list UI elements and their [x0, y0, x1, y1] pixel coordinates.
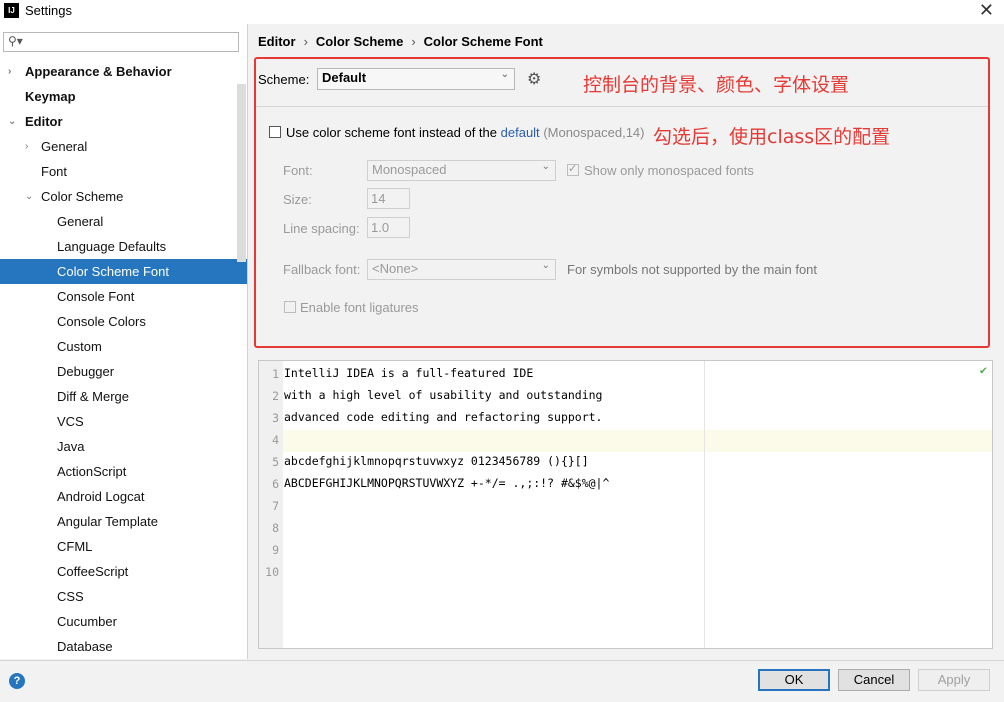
- line-number: 6: [272, 477, 279, 491]
- line-number: 3: [272, 411, 279, 425]
- settings-tree: › Appearance & Behavior Keymap ⌄ Editor › Gene…: [0, 59, 247, 659]
- cancel-button[interactable]: Cancel: [838, 669, 910, 691]
- sidebar-item[interactable]: Console Font: [0, 284, 247, 309]
- sidebar-item-label: Database: [57, 639, 113, 654]
- code-line: ABCDEFGHIJKLMNOPQRSTUVWXYZ +-*/= .,;:!? …: [284, 476, 610, 490]
- sidebar-item[interactable]: Java: [0, 434, 247, 459]
- line-number: 2: [272, 389, 279, 403]
- line-number: 9: [272, 543, 279, 557]
- check-icon: ✔: [979, 363, 987, 377]
- sidebar-item-label: Console Font: [57, 289, 135, 304]
- search-icon: ⚲▾: [8, 34, 23, 48]
- code-line: abcdefghijklmnopqrstuvwxyz 0123456789 ()…: [284, 454, 589, 468]
- sidebar-item-label: Custom: [57, 339, 102, 354]
- close-icon[interactable]: ✕: [979, 0, 994, 21]
- sidebar-item-label: Cucumber: [57, 614, 117, 629]
- apply-button[interactable]: Apply: [918, 669, 990, 691]
- chevron-down-icon[interactable]: ⌄: [25, 184, 33, 209]
- title-bar: IJ Settings ✕: [0, 0, 1004, 24]
- sidebar-item-label: Diff & Merge: [57, 389, 130, 404]
- sidebar-item-label: General: [57, 214, 104, 229]
- sidebar-item[interactable]: Font: [0, 159, 247, 184]
- sidebar-item-label: ActionScript: [57, 464, 127, 479]
- line-number: 8: [272, 521, 279, 535]
- sidebar-item[interactable]: ActionScript: [0, 459, 247, 484]
- sidebar-item-label: Color Scheme: [41, 189, 124, 204]
- sidebar-item-label: Angular Template: [57, 514, 158, 529]
- sidebar-item[interactable]: CoffeeScript: [0, 559, 247, 584]
- sidebar-item[interactable]: Database: [0, 634, 247, 659]
- main-panel: Editor › Color Scheme › Color Scheme Font Sc…: [248, 24, 1004, 660]
- sidebar-item-label: Keymap: [25, 89, 76, 104]
- sidebar-item[interactable]: Console Colors: [0, 309, 247, 334]
- sidebar-item[interactable]: › Appearance & Behavior: [0, 59, 247, 84]
- sidebar-item-label: Debugger: [57, 364, 115, 379]
- sidebar-item[interactable]: Debugger: [0, 359, 247, 384]
- sidebar-item[interactable]: Keymap: [0, 84, 247, 109]
- code-line: with a high level of usability and outst…: [284, 388, 603, 402]
- sidebar-item[interactable]: CSS: [0, 584, 247, 609]
- sidebar-item-label: CFML: [57, 539, 93, 554]
- code-line: advanced code editing and refactoring su…: [284, 410, 603, 424]
- breadcrumb-separator: ›: [411, 34, 416, 49]
- line-number: 1: [272, 367, 279, 381]
- ok-button[interactable]: OK: [758, 669, 830, 691]
- sidebar-item[interactable]: Custom: [0, 334, 247, 359]
- chevron-right-icon[interactable]: ›: [25, 134, 28, 159]
- sidebar-item-label: Editor: [25, 114, 63, 129]
- sidebar-item-label: Font: [41, 164, 68, 179]
- font-preview-editor[interactable]: ✔ 1 IntelliJ IDEA is a full-featured IDE 2…: [258, 360, 993, 649]
- chevron-right-icon[interactable]: ›: [8, 59, 11, 84]
- sidebar-item[interactable]: Angular Template: [0, 509, 247, 534]
- sidebar-item-label: Color Scheme Font: [57, 264, 169, 279]
- breadcrumb-color-scheme-font: Color Scheme Font: [423, 34, 543, 49]
- sidebar-item[interactable]: VCS: [0, 409, 247, 434]
- breadcrumb-color-scheme: Color Scheme: [315, 34, 404, 49]
- help-icon[interactable]: ?: [9, 673, 25, 689]
- sidebar-item[interactable]: General: [0, 209, 247, 234]
- window-title: Settings: [25, 3, 72, 18]
- annotation-highlight-box: [254, 57, 990, 348]
- current-line-highlight: [283, 430, 992, 452]
- dialog-button-bar: ? OK Cancel Apply: [0, 660, 1004, 702]
- settings-sidebar: ⚲▾ › Appearance & Behavior Keymap ⌄ Editor › G…: [0, 24, 248, 659]
- sidebar-item-label: Language Defaults: [57, 239, 167, 254]
- code-line: IntelliJ IDEA is a full-featured IDE: [284, 366, 534, 380]
- sidebar-item-label: General: [41, 139, 88, 154]
- sidebar-item[interactable]: Color Scheme Font: [0, 259, 247, 284]
- search-input[interactable]: ⚲▾: [3, 32, 239, 52]
- sidebar-scrollbar[interactable]: [237, 84, 246, 262]
- sidebar-item[interactable]: ⌄ Color Scheme: [0, 184, 247, 209]
- sidebar-item[interactable]: CFML: [0, 534, 247, 559]
- sidebar-item-label: CoffeeScript: [57, 564, 129, 579]
- breadcrumb: Editor › Color Scheme › Color Scheme Font: [258, 34, 543, 49]
- chevron-down-icon[interactable]: ⌄: [8, 109, 16, 134]
- sidebar-item-label: VCS: [57, 414, 84, 429]
- breadcrumb-separator: ›: [303, 34, 308, 49]
- sidebar-item-label: Java: [57, 439, 85, 454]
- sidebar-item-label: Console Colors: [57, 314, 146, 329]
- line-number: 4: [272, 433, 279, 447]
- line-number: 7: [272, 499, 279, 513]
- intellij-app-icon: IJ: [4, 3, 19, 18]
- sidebar-item-label: Appearance & Behavior: [25, 64, 172, 79]
- sidebar-item-label: CSS: [57, 589, 84, 604]
- sidebar-item[interactable]: Diff & Merge: [0, 384, 247, 409]
- sidebar-item[interactable]: Android Logcat: [0, 484, 247, 509]
- line-number: 10: [265, 565, 279, 579]
- sidebar-item[interactable]: Language Defaults: [0, 234, 247, 259]
- line-number: 5: [272, 455, 279, 469]
- sidebar-item[interactable]: Cucumber: [0, 609, 247, 634]
- sidebar-item[interactable]: ⌄ Editor: [0, 109, 247, 134]
- sidebar-item[interactable]: › General: [0, 134, 247, 159]
- sidebar-item-label: Android Logcat: [57, 489, 145, 504]
- right-margin-guide: [704, 361, 705, 648]
- breadcrumb-editor: Editor: [258, 34, 296, 49]
